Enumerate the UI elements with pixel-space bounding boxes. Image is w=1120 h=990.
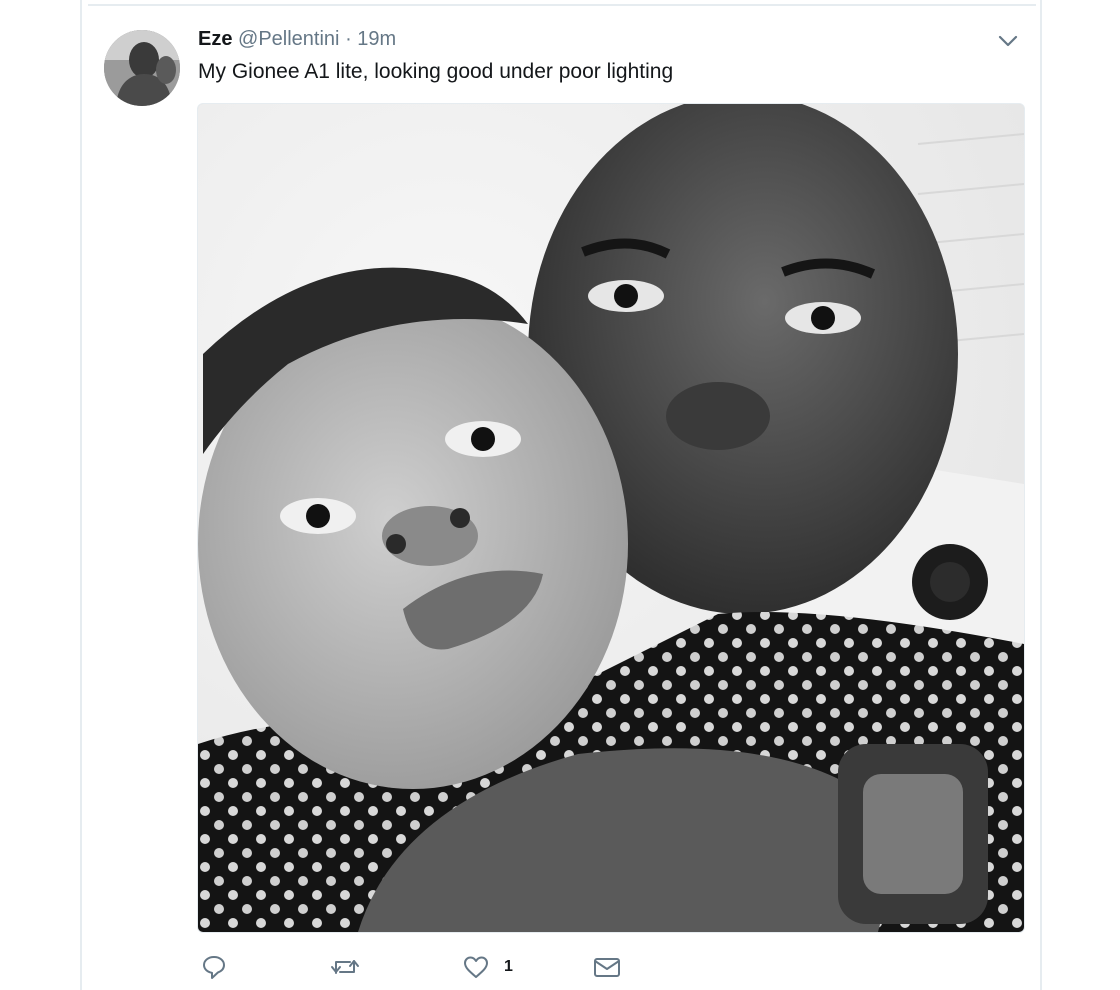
page: Eze @Pellentini · 19m My Gionee A1 lite,… — [0, 0, 1120, 990]
avatar[interactable] — [104, 30, 180, 106]
retweet-icon — [331, 960, 359, 974]
tweet-photo[interactable] — [197, 103, 1025, 933]
tweet[interactable]: Eze @Pellentini · 19m My Gionee A1 lite,… — [82, 8, 1040, 990]
display-name[interactable]: Eze — [198, 28, 232, 50]
user-handle[interactable]: @Pellentini — [238, 28, 339, 50]
tweet-header: Eze @Pellentini · 19m — [198, 26, 396, 52]
like-button[interactable]: 1 — [462, 952, 513, 982]
envelope-icon — [594, 958, 620, 977]
tweet-text: My Gionee A1 lite, looking good under po… — [198, 60, 674, 83]
like-count: 1 — [504, 958, 513, 975]
direct-message-button[interactable] — [592, 952, 622, 982]
reply-icon — [203, 956, 225, 979]
tweet-timestamp[interactable]: 19m — [357, 28, 396, 50]
heart-icon — [464, 956, 488, 978]
header-separator: · — [345, 28, 352, 50]
avatar-image — [104, 30, 180, 106]
chevron-down-icon[interactable] — [996, 32, 1020, 50]
tweet-divider — [88, 4, 1036, 6]
retweet-button[interactable] — [330, 952, 360, 982]
reply-button[interactable] — [200, 952, 228, 982]
timeline-right-border — [1040, 0, 1042, 990]
selfie-photo — [198, 104, 1024, 932]
